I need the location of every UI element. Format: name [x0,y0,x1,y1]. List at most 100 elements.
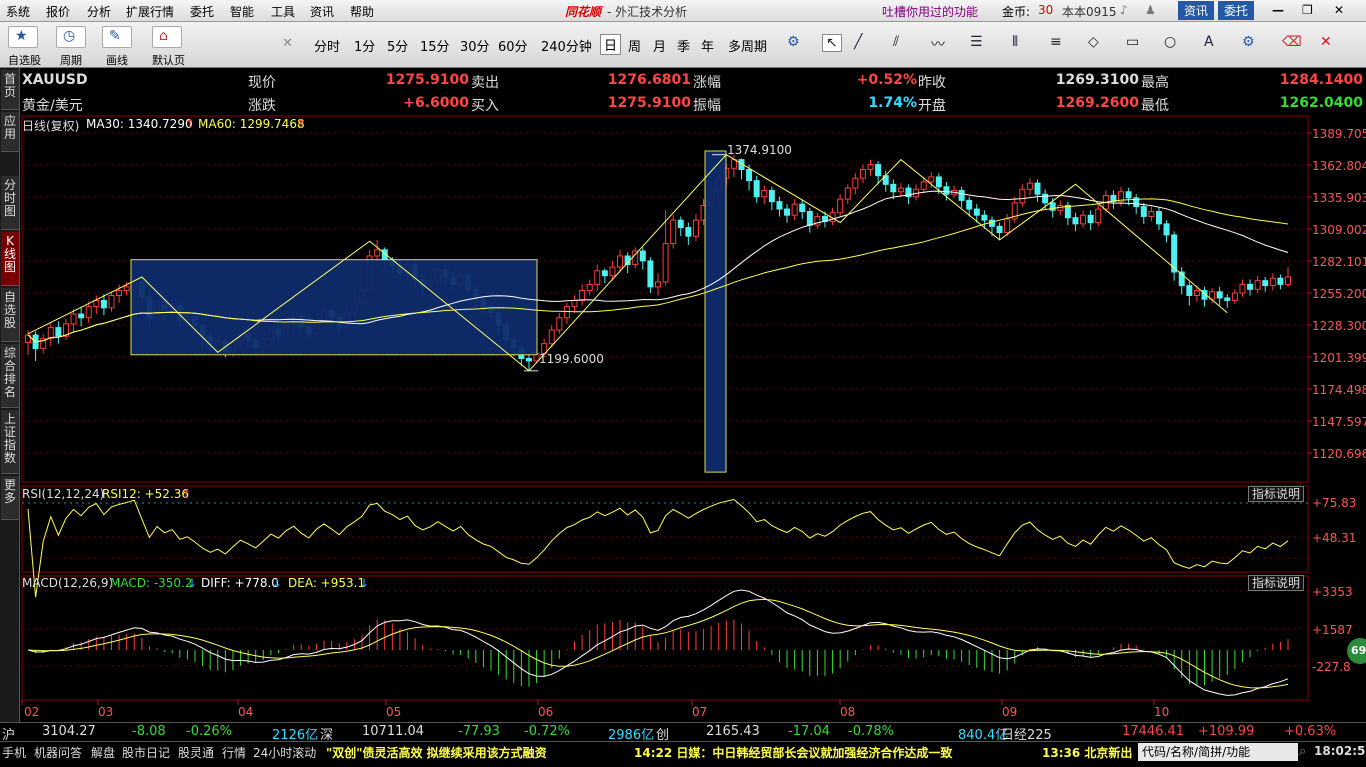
candle [1072,217,1079,225]
date-tick: 05 [386,705,402,719]
candle [556,317,563,331]
candle [837,198,844,214]
price-tick: 1228.3000 [1312,319,1366,333]
dea-legend: DEA: +953.1 [288,576,366,590]
candle [586,283,593,292]
candle [1239,283,1246,294]
candle [867,164,874,171]
news-ticker-1[interactable]: "双创"债灵活高效 拟继续采用该方式融资 [326,744,547,761]
search-input[interactable]: 代码/名称/简拼/功能 [1138,743,1298,761]
candle [784,208,791,216]
candle [692,219,699,237]
candle [617,255,624,268]
candle [935,176,942,188]
rsi-help-button[interactable]: 指标说明 [1248,486,1304,502]
bottom-item-mobile[interactable]: 手机 [2,744,26,761]
candle [761,190,768,198]
price-tick: 1201.3990 [1312,351,1366,365]
diff-arrow-icon: ↓ [272,576,283,590]
bottom-item-diary[interactable]: 股市日记 [122,744,170,761]
candle [93,299,100,308]
candle [1254,280,1261,290]
panel-frame [21,575,1309,701]
candle [768,190,775,203]
candle [1140,206,1147,217]
rsi-tick: +48.31 [1312,531,1357,545]
candle [1231,292,1238,301]
highlight-box [130,259,538,356]
panel-frame [21,485,1309,573]
candle [579,290,586,301]
ticker-nk-pct: +0.63% [1284,724,1337,739]
search-icon[interactable]: ⌕ [1299,744,1306,759]
bottom-item-stock-tips[interactable]: 股灵通 [178,744,214,761]
candle [100,299,107,309]
macd-arrow-icon: ↓ [187,576,198,590]
candle [108,295,115,309]
candle [548,329,555,345]
ticker-sh-value: 3104.27 [42,724,96,739]
bottom-item-analysis[interactable]: 解盘 [91,744,115,761]
candle [1262,280,1269,287]
ma30-legend: MA30: 1340.7290 [86,117,193,131]
candle [943,186,950,195]
candle [746,169,753,182]
candle [1148,211,1155,217]
bottom-item-24h[interactable]: 24小时滚动 [253,744,316,761]
ticker-cy-pct: -0.78% [848,724,894,739]
candle [966,199,973,210]
news-ticker-2[interactable]: 14:22 日媒：中日韩经贸部长会议就加强经济合作达成一致 [634,744,952,761]
ticker-sz-change: -77.93 [458,724,500,739]
candle [1080,214,1087,225]
date-tick: 08 [840,705,856,719]
candle [639,250,646,262]
date-tick: 07 [692,705,708,719]
candle [1186,285,1193,297]
candle [875,164,882,177]
bottom-item-qa[interactable]: 机器问答 [34,744,82,761]
candle [655,281,661,288]
candle [973,208,980,216]
candle [647,260,654,288]
bottom-item-quotes[interactable]: 行情 [222,744,246,761]
macd-tick: +1587 [1312,623,1353,637]
float-badge[interactable]: 69 [1347,638,1366,664]
candle [116,290,123,297]
candle [1095,208,1102,224]
candle [374,249,381,257]
candle [844,187,851,200]
candle [928,176,935,183]
candle [55,327,62,337]
candle [996,225,1003,234]
ticker-nk-change: +109.99 [1198,724,1255,739]
macd-help-button[interactable]: 指标说明 [1248,575,1304,591]
highlight-box [704,150,727,473]
price-tick: 1389.7056 [1312,127,1366,141]
news-ticker-3[interactable]: 13:36 北京新出 [1042,744,1132,761]
candle [1155,211,1162,225]
candle [852,177,859,189]
price-tick: 1362.8046 [1312,159,1366,173]
macd-tick: -227.8 [1312,660,1351,674]
badge-count: 69 [1351,644,1366,657]
candle [776,201,783,210]
kline-chart[interactable] [0,0,1366,722]
candle [594,270,601,285]
candle [78,313,85,319]
candle [1125,191,1132,199]
candle [1269,277,1276,287]
date-tick: 02 [24,705,40,719]
ma30-arrow-icon: ↑ [185,117,196,131]
price-tick: 1255.2009 [1312,287,1366,301]
candle [1277,277,1284,285]
candle [753,180,760,198]
price-tick: 1174.4981 [1312,383,1366,397]
candle [1216,291,1223,299]
diff-legend: DIFF: +778.0 [201,576,279,590]
macd-title: MACD(12,26,9) [22,576,114,590]
candle [859,169,866,179]
candle [806,211,813,226]
rsi-arrow-icon: ↑ [181,487,192,501]
ticker-sz-value: 10711.04 [362,724,425,739]
candle [123,286,130,292]
